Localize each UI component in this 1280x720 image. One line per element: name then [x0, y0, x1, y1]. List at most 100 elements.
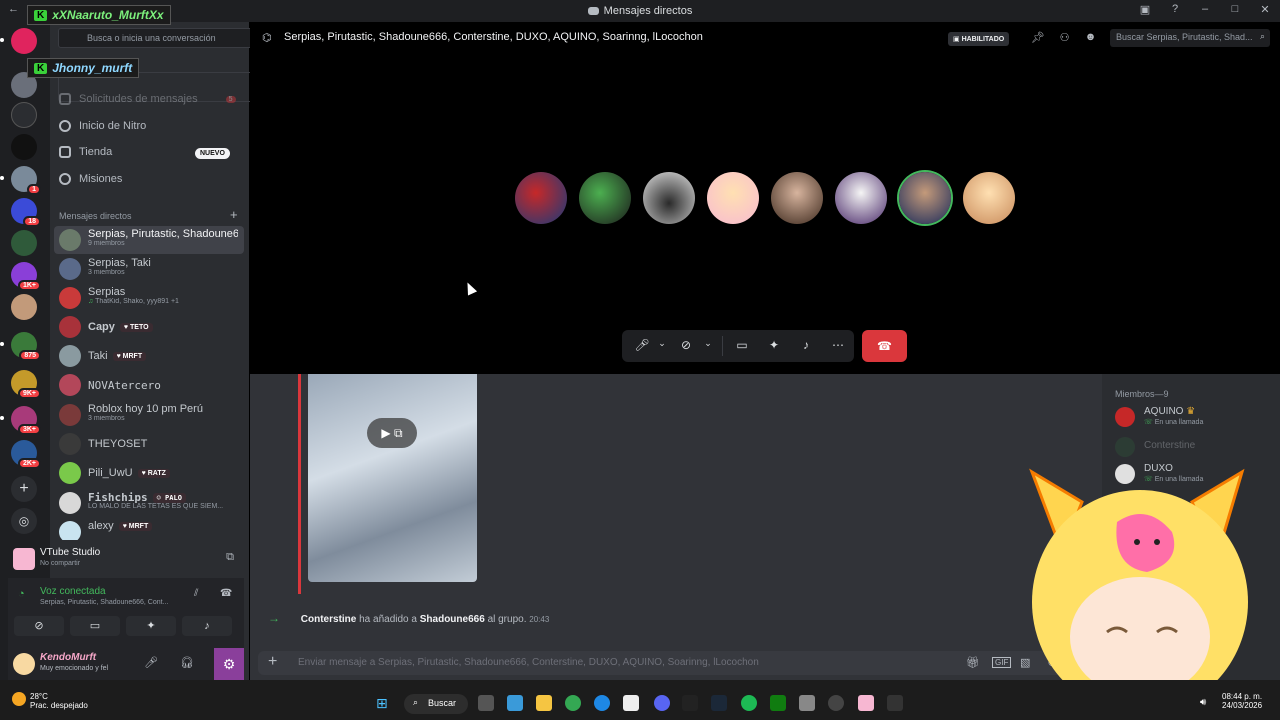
close-button[interactable]: ✕: [1258, 3, 1272, 16]
server-icon[interactable]: [11, 134, 37, 160]
attach-plus-icon[interactable]: +: [268, 653, 277, 671]
chrome-icon[interactable]: [565, 695, 581, 711]
chevron-down-icon[interactable]: ⌄: [700, 338, 716, 354]
server-icon[interactable]: 9K+: [11, 370, 41, 399]
nav-nitro[interactable]: Inicio de Nitro: [59, 120, 146, 132]
server-icon[interactable]: [11, 102, 37, 128]
message-input[interactable]: + Enviar mensaje a Serpias, Pirutastic, …: [258, 651, 1078, 675]
headphones-icon[interactable]: 🎧︎: [180, 656, 194, 669]
participant-avatar[interactable]: [771, 172, 823, 224]
obs-icon[interactable]: [828, 695, 844, 711]
server-icon[interactable]: 18: [11, 198, 41, 227]
dm-item[interactable]: alexy ♥ MRFT: [54, 518, 244, 540]
dm-item[interactable]: Capy ♥ TETO: [54, 313, 244, 341]
dm-item[interactable]: Serpias ♫ ThatKid, Shako, yyy891 +1: [54, 284, 244, 312]
xbox-icon[interactable]: [770, 695, 786, 711]
dm-item[interactable]: Roblox hoy 10 pm Perú 3 miembros: [54, 401, 244, 429]
server-icon[interactable]: 1K+: [11, 262, 41, 291]
new-dm-icon[interactable]: +: [230, 207, 238, 222]
taskbar-search[interactable]: ⌕ Buscar: [404, 694, 468, 714]
nav-quests[interactable]: Misiones: [59, 173, 122, 185]
add-friends-icon[interactable]: ⚇: [1058, 31, 1071, 44]
dm-item[interactable]: NOVAtercero: [54, 371, 244, 399]
header-search-input[interactable]: Buscar Serpias, Pirutastic, Shad... ⌕: [1110, 29, 1270, 47]
spotify-icon[interactable]: [741, 695, 757, 711]
help-icon[interactable]: ?: [1168, 3, 1182, 16]
share-screen-button[interactable]: ▭: [70, 616, 120, 636]
edge-icon[interactable]: [594, 695, 610, 711]
play-video-button[interactable]: ▶ ⧉: [367, 418, 417, 448]
server-icon[interactable]: [11, 230, 37, 256]
group-name[interactable]: Serpias, Pirutastic, Shadoune666, Conter…: [284, 31, 703, 43]
add-server-icon[interactable]: +: [11, 476, 37, 502]
system-actor[interactable]: Conterstine: [301, 614, 357, 625]
camera-off-icon[interactable]: ⊘: [678, 338, 694, 354]
more-options-icon[interactable]: ⋯: [830, 338, 846, 354]
dm-item[interactable]: Serpias, Taki 3 miembros: [54, 255, 244, 283]
dm-item[interactable]: Fishchips ☺ PALO LO MALO DE LAS TETAS ES Q…: [54, 489, 244, 517]
volume-icon[interactable]: 🔊︎: [1200, 697, 1206, 708]
epic-games-icon[interactable]: [887, 695, 903, 711]
discord-taskbar-icon[interactable]: [654, 695, 670, 711]
system-target[interactable]: Shadoune666: [420, 614, 485, 625]
windows-start-icon[interactable]: ⊞: [376, 695, 388, 712]
participant-avatar[interactable]: [835, 172, 887, 224]
participant-avatar[interactable]: [963, 172, 1015, 224]
participant-avatar-speaking[interactable]: [899, 172, 951, 224]
store-icon[interactable]: [623, 695, 639, 711]
server-icon[interactable]: 3K+: [11, 406, 41, 435]
members-list-icon[interactable]: ☻: [1084, 31, 1097, 44]
screen-share-icon[interactable]: ⧉: [226, 551, 234, 564]
member-item[interactable]: Conterstine: [1115, 435, 1275, 459]
voice-channel[interactable]: Serpias, Pirutastic, Shadoune666, Cont..…: [40, 599, 168, 606]
gift-icon[interactable]: 🎁︎: [966, 656, 980, 669]
soundboard-button[interactable]: ♪: [182, 616, 232, 636]
task-view-icon[interactable]: [478, 695, 494, 711]
chevron-down-icon[interactable]: ⌄: [654, 338, 670, 354]
nav-store[interactable]: Tienda: [59, 146, 112, 158]
mute-microphone-button[interactable]: 🎤︎: [634, 338, 650, 354]
share-screen-icon[interactable]: ▭: [734, 338, 750, 354]
maximize-button[interactable]: □: [1228, 3, 1242, 16]
gif-icon[interactable]: GIF: [992, 657, 1012, 668]
steam-icon[interactable]: [711, 695, 727, 711]
noise-suppression-icon[interactable]: ⫽: [194, 588, 198, 599]
soundboard-icon[interactable]: ♪: [798, 338, 814, 354]
vtube-studio-taskbar-icon[interactable]: [858, 695, 874, 711]
server-icon[interactable]: 2K+: [11, 440, 41, 469]
inbox-icon[interactable]: ▣: [1138, 3, 1152, 16]
server-icon[interactable]: 875: [11, 332, 41, 361]
weather-widget[interactable]: 28°C Prac. despejado: [12, 692, 88, 710]
participant-avatar[interactable]: [643, 172, 695, 224]
nav-message-requests[interactable]: Solicitudes de mensajes 5: [59, 93, 236, 105]
dm-item[interactable]: Taki ♥ MRFT: [54, 342, 244, 370]
system-clock[interactable]: 08:44 p. m. 24/03/2026: [1222, 692, 1262, 710]
video-attachment[interactable]: [308, 374, 477, 582]
activities-button[interactable]: ✦: [126, 616, 176, 636]
avatar[interactable]: [13, 653, 35, 675]
server-icon[interactable]: [11, 28, 37, 54]
participant-avatar[interactable]: [515, 172, 567, 224]
settings-gear-icon[interactable]: ⚙: [214, 648, 244, 680]
app-taskbar-icon[interactable]: [682, 695, 698, 711]
server-icon[interactable]: 1: [11, 166, 41, 195]
explore-icon[interactable]: ◎: [11, 508, 37, 534]
search-placeholder: Buscar Serpias, Pirutastic, Shad...: [1116, 32, 1253, 42]
dm-item[interactable]: THEYOSET: [54, 430, 244, 458]
app-taskbar-icon[interactable]: [799, 695, 815, 711]
camera-off-button[interactable]: ⊘: [14, 616, 64, 636]
member-item[interactable]: AQUINO ♛ ☏ En una llamada: [1115, 405, 1275, 429]
disconnect-icon[interactable]: ☎: [220, 588, 232, 599]
microphone-icon[interactable]: 🎤︎: [144, 656, 158, 669]
participant-avatar[interactable]: [707, 172, 759, 224]
dm-item[interactable]: Pili_UwU ♥ RATZ: [54, 459, 244, 487]
minimize-button[interactable]: –: [1198, 3, 1212, 16]
hang-up-button[interactable]: ☎: [862, 330, 907, 362]
file-explorer-icon[interactable]: [536, 695, 552, 711]
copilot-icon[interactable]: [507, 695, 523, 711]
server-icon[interactable]: [11, 294, 37, 320]
participant-avatar[interactable]: [579, 172, 631, 224]
dm-item[interactable]: Serpias, Pirutastic, Shadoune6... 9 miemb…: [54, 226, 244, 254]
pin-icon[interactable]: 📌︎: [1031, 31, 1045, 44]
activities-icon[interactable]: ✦: [766, 338, 782, 354]
